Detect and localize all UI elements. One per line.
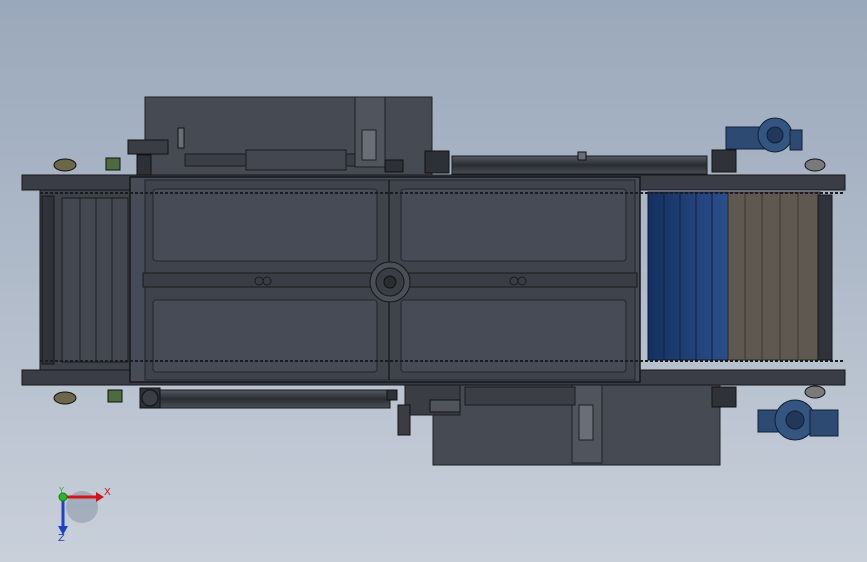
- top-gear-motor: [711, 117, 826, 173]
- cad-viewport[interactable]: X Y Z: [0, 0, 867, 562]
- lower-roller-shaft: [159, 389, 391, 409]
- axis-triad: [58, 491, 104, 535]
- right-brown-belt: [727, 191, 833, 361]
- bottom-gear-motor: [711, 385, 839, 441]
- x-axis-label: X: [104, 487, 111, 498]
- y-axis-label: Y: [59, 486, 64, 495]
- conveyor-top-view: [21, 96, 846, 535]
- left-belt-section: [39, 189, 131, 371]
- panel-top-left: [152, 188, 378, 262]
- left-bottom-bracket: [53, 387, 161, 409]
- right-blue-belt: [647, 191, 729, 361]
- z-axis-label: Z: [58, 533, 65, 544]
- center-hub: [369, 261, 411, 303]
- x-axis-arrowhead: [96, 492, 104, 502]
- panel-top-right: [400, 188, 627, 262]
- center-enclosure: [129, 176, 641, 383]
